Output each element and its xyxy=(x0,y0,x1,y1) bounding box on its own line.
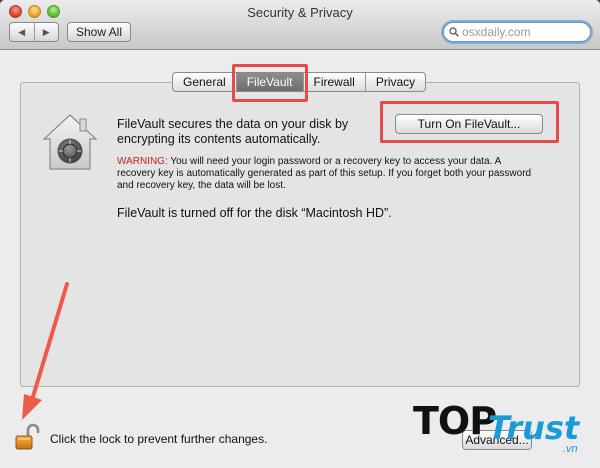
lock-message: Click the lock to prevent further change… xyxy=(50,432,268,446)
search-field[interactable] xyxy=(443,22,591,42)
warning-label: WARNING: xyxy=(117,156,168,167)
filevault-status: FileVault is turned off for the disk “Ma… xyxy=(117,206,392,220)
forward-arrow-icon: ▶ xyxy=(42,26,50,37)
forward-button[interactable]: ▶ xyxy=(33,23,59,41)
back-forward-group: ◀ ▶ xyxy=(9,22,59,42)
lock-icon[interactable] xyxy=(14,423,42,451)
watermark-vn: .vn xyxy=(563,443,578,455)
tab-privacy[interactable]: Privacy xyxy=(364,73,425,91)
security-privacy-window: Security & Privacy ◀ ▶ Show All General … xyxy=(0,0,600,468)
watermark-top: TOP xyxy=(413,399,497,443)
filevault-warning: WARNING: You will need your login passwo… xyxy=(117,156,537,192)
watermark-trust: Trust xyxy=(488,409,580,447)
search-icon xyxy=(449,27,459,37)
toptrust-watermark: TOP Trust .vn xyxy=(413,397,593,461)
tab-firewall[interactable]: Firewall xyxy=(302,73,365,91)
filevault-tab-highlight xyxy=(232,64,308,102)
back-arrow-icon: ◀ xyxy=(18,26,26,37)
turn-on-button-highlight xyxy=(380,101,559,143)
window-title: Security & Privacy xyxy=(247,5,353,20)
search-input[interactable] xyxy=(462,25,582,39)
show-all-button[interactable]: Show All xyxy=(67,22,131,42)
back-button[interactable]: ◀ xyxy=(10,23,34,41)
tab-general[interactable]: General xyxy=(173,73,236,91)
filevault-description: FileVault secures the data on your disk … xyxy=(117,117,349,146)
title-bar: Security & Privacy ◀ ▶ Show All xyxy=(0,0,600,50)
filevault-house-icon xyxy=(42,114,98,170)
warning-text: You will need your login password or a r… xyxy=(117,156,532,191)
